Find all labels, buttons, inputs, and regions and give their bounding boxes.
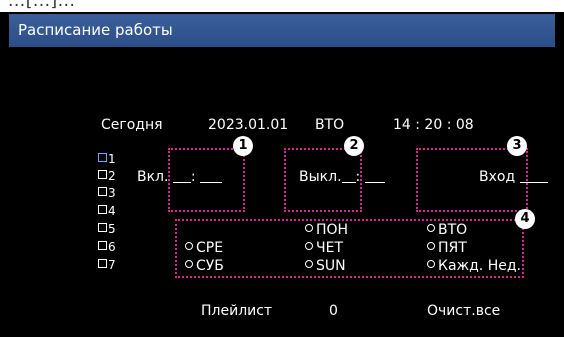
- window-title-bar: Расписание работы: [9, 14, 555, 47]
- day-sun[interactable]: SUN: [305, 258, 346, 274]
- callout-badge-4: 4: [515, 209, 535, 229]
- schedule-item-7[interactable]: 7: [98, 258, 116, 272]
- off-time-minute[interactable]: [364, 170, 385, 183]
- off-time-hour[interactable]: [341, 170, 356, 183]
- on-time-separator: :: [190, 169, 196, 185]
- playlist-value[interactable]: 0: [329, 303, 338, 319]
- schedule-item-4[interactable]: 4: [98, 204, 116, 218]
- callout-badge-1: 1: [233, 136, 253, 156]
- today-label: Сегодня: [101, 117, 163, 133]
- checkbox-icon: [98, 170, 107, 179]
- on-time-field[interactable]: Вкл. :: [137, 169, 223, 185]
- day-tue[interactable]: ВТО: [427, 222, 467, 238]
- radio-icon: [427, 242, 435, 250]
- top-strip-text: ...[...]...: [8, 0, 76, 11]
- input-field[interactable]: Вход: [479, 169, 548, 185]
- checkbox-icon: [98, 187, 107, 196]
- day-wed[interactable]: СРЕ: [185, 240, 223, 256]
- input-value[interactable]: [519, 170, 548, 183]
- off-time-label: Выкл.: [299, 169, 342, 185]
- schedule-panel: Сегодня 2023.01.01 ВТО 14 : 20 : 08 1 2 …: [9, 47, 555, 337]
- checkbox-icon: [98, 223, 107, 232]
- radio-icon: [427, 260, 435, 268]
- day-fri[interactable]: ПЯТ: [427, 240, 467, 256]
- radio-icon: [185, 242, 193, 250]
- today-time: 14 : 20 : 08: [393, 117, 474, 133]
- window-title: Расписание работы: [18, 21, 173, 39]
- schedule-item-2[interactable]: 2: [98, 169, 116, 183]
- schedule-item-5[interactable]: 5: [98, 222, 116, 236]
- schedule-item-3[interactable]: 3: [98, 186, 116, 200]
- day-sat[interactable]: СУБ: [185, 258, 224, 274]
- radio-icon: [305, 242, 313, 250]
- checkbox-icon: [98, 241, 107, 250]
- input-label: Вход: [479, 169, 516, 185]
- radio-icon: [185, 260, 193, 268]
- day-thu[interactable]: ЧЕТ: [305, 240, 343, 256]
- radio-icon: [305, 260, 313, 268]
- day-every-week[interactable]: Кажд. Нед.: [427, 258, 521, 274]
- radio-icon: [427, 224, 435, 232]
- checkbox-icon: [98, 205, 107, 214]
- schedule-item-6[interactable]: 6: [98, 240, 116, 254]
- off-time-separator: :: [355, 169, 361, 185]
- today-date: 2023.01.01: [208, 117, 289, 133]
- off-time-field[interactable]: Выкл.:: [299, 169, 385, 185]
- today-weekday: ВТО: [315, 117, 345, 133]
- checkbox-icon: [98, 259, 107, 268]
- on-time-minute[interactable]: [200, 170, 223, 183]
- clear-all-button[interactable]: Очист.все: [427, 303, 500, 319]
- callout-badge-3: 3: [507, 136, 527, 156]
- day-mon[interactable]: ПОН: [305, 222, 348, 238]
- callout-badge-2: 2: [344, 136, 364, 156]
- top-strip: ...[...]...: [0, 0, 564, 12]
- checkbox-icon: [98, 153, 107, 162]
- schedule-item-1[interactable]: 1: [98, 152, 116, 166]
- radio-icon: [305, 224, 313, 232]
- on-time-hour[interactable]: [172, 170, 191, 183]
- on-time-label: Вкл.: [137, 169, 169, 185]
- playlist-label[interactable]: Плейлист: [201, 303, 272, 319]
